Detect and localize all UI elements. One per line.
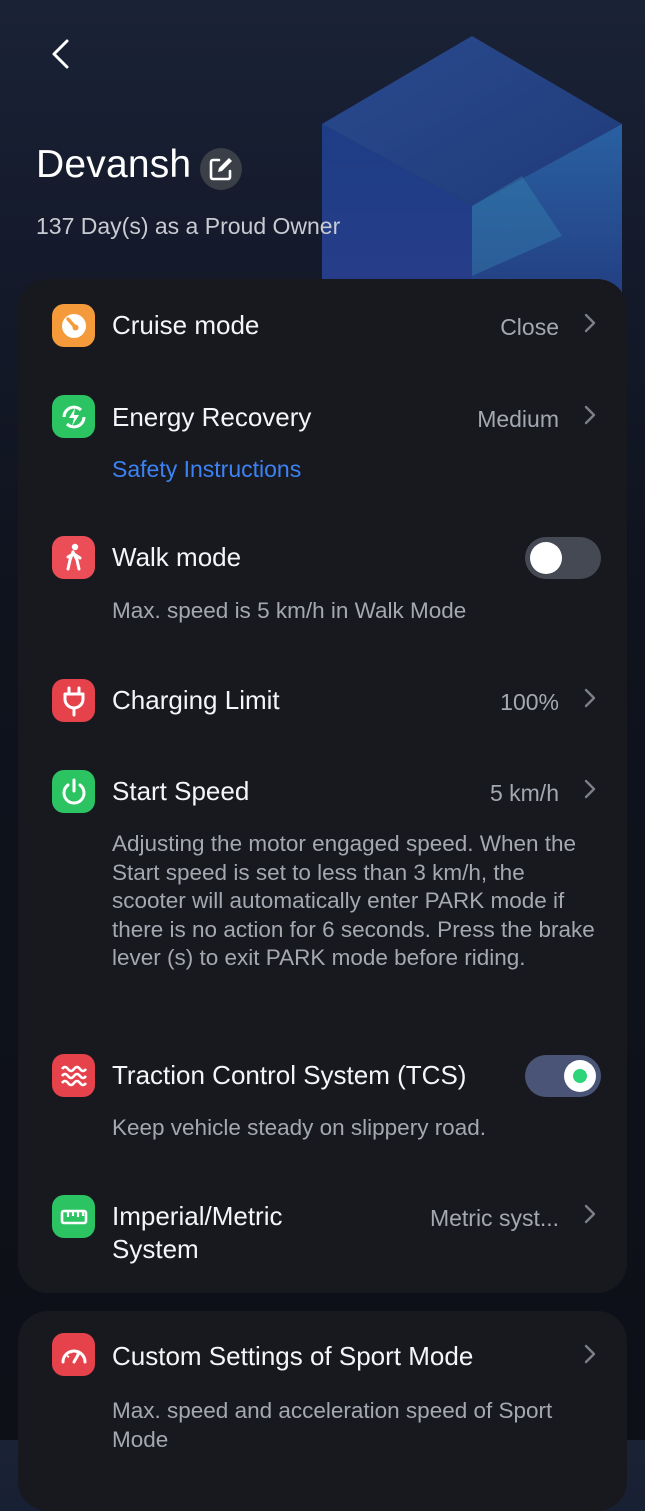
plug-icon [52, 679, 95, 722]
start-speed-description: Adjusting the motor engaged speed. When … [112, 831, 595, 971]
safety-instructions-link[interactable]: Safety Instructions [112, 456, 301, 483]
chevron-right-icon [584, 1204, 596, 1224]
energy-recovery-icon [52, 395, 95, 438]
sport-mode-description: Max. speed and acceleration speed of Spo… [112, 1398, 553, 1452]
charging-limit-label: Charging Limit [112, 685, 280, 715]
back-button[interactable] [40, 34, 80, 74]
sport-mode-label: Custom Settings of Sport Mode [112, 1341, 474, 1371]
speedometer-icon [52, 1333, 95, 1376]
sport-mode-card: Custom Settings of Sport Mode Max. speed… [18, 1311, 627, 1511]
start-speed-row[interactable]: Start Speed 5 km/h Adjusting the motor e… [18, 751, 627, 1021]
tcs-row: Traction Control System (TCS) Keep vehic… [18, 1035, 627, 1165]
tcs-description: Keep vehicle steady on slippery road. [112, 1115, 486, 1140]
units-value: Metric syst... [429, 1205, 559, 1231]
settings-card: Cruise mode Close Energy Recovery Medium… [18, 279, 627, 1293]
cruise-mode-value: Close [500, 314, 559, 340]
cruise-mode-label: Cruise mode [112, 310, 260, 340]
owner-name: Devansh [36, 143, 192, 186]
walk-mode-label: Walk mode [112, 542, 242, 572]
tcs-label: Traction Control System (TCS) [112, 1060, 467, 1090]
hero-cube-graphic [322, 36, 622, 306]
energy-recovery-label: Energy Recovery [112, 402, 312, 432]
walking-person-icon [52, 536, 95, 579]
units-label: Imperial/Metric System [112, 1201, 283, 1264]
energy-recovery-row[interactable]: Energy Recovery Medium Safety Instructio… [18, 371, 627, 511]
chevron-right-icon [584, 779, 596, 799]
chevron-right-icon [584, 1344, 596, 1364]
walk-mode-toggle[interactable] [525, 537, 601, 579]
tcs-toggle[interactable] [525, 1055, 601, 1097]
waves-icon [52, 1054, 95, 1097]
gauge-icon [52, 304, 95, 347]
charging-limit-row[interactable]: Charging Limit 100% [18, 659, 627, 749]
units-row[interactable]: Imperial/Metric System Metric syst... [18, 1179, 627, 1289]
walk-mode-description: Max. speed is 5 km/h in Walk Mode [112, 598, 467, 623]
charging-limit-value: 100% [500, 689, 559, 715]
walk-mode-row: Walk mode Max. speed is 5 km/h in Walk M… [18, 519, 627, 639]
sport-mode-row[interactable]: Custom Settings of Sport Mode Max. speed… [18, 1311, 627, 1511]
chevron-left-icon [52, 39, 69, 69]
chevron-right-icon [584, 313, 596, 333]
edit-name-button[interactable] [200, 148, 242, 190]
edit-icon [209, 158, 232, 181]
start-speed-label: Start Speed [112, 776, 250, 806]
chevron-right-icon [584, 688, 596, 708]
chevron-right-icon [584, 405, 596, 425]
start-speed-value: 5 km/h [489, 780, 559, 806]
ruler-icon [52, 1195, 95, 1238]
owner-since-text: 137 Day(s) as a Proud Owner [36, 213, 341, 239]
cruise-mode-row[interactable]: Cruise mode Close [18, 279, 627, 369]
energy-recovery-value: Medium [477, 406, 559, 432]
power-icon [52, 770, 95, 813]
